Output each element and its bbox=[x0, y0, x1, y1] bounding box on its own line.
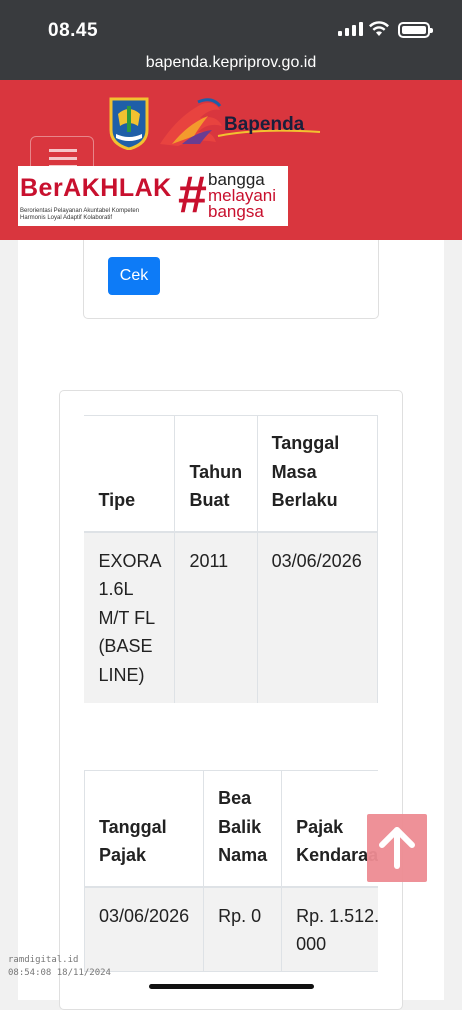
cell-pajak-kendaraan: Rp. 1.512.000 bbox=[281, 886, 378, 972]
banner-subtitle-line1: Berorientasi Pelayanan Akuntabel Kompete… bbox=[20, 208, 140, 214]
col-header-masa-berlaku: Tanggal Masa Berlaku bbox=[256, 415, 378, 533]
table-row: EXORA 1.6L M/T FL (BASE LINE) 2011 03/06… bbox=[84, 531, 378, 703]
table-row: 03/06/2026 Rp. 0 Rp. 1.512.000 bbox=[84, 886, 378, 972]
tax-table: Tanggal Pajak Bea Balik Nama Pajak Kenda… bbox=[84, 770, 378, 972]
bapenda-logo-text: Bapenda bbox=[224, 114, 305, 135]
col-header-tipe: Tipe bbox=[84, 415, 176, 533]
watermark: ramdigital.id 08:54:08 18/11/2024 bbox=[8, 954, 111, 980]
vehicle-table-scroll[interactable]: Tipe Tahun Buat Tanggal Masa Berlaku EXO… bbox=[84, 415, 378, 703]
col-header-pajak-kendaraan: Pajak Kendaraan bbox=[281, 770, 378, 888]
berakhlak-banner: BerAKHLAK Berorientasi Pelayanan Akuntab… bbox=[18, 166, 288, 226]
home-indicator[interactable] bbox=[149, 984, 314, 989]
hashtag-icon: # bbox=[178, 166, 207, 224]
watermark-line1: ramdigital.id bbox=[8, 955, 79, 965]
arrow-up-icon bbox=[379, 827, 415, 869]
kepri-emblem-icon bbox=[109, 97, 149, 150]
banner-title: BerAKHLAK bbox=[20, 174, 172, 202]
address-bar[interactable]: bapenda.kepriprov.go.id bbox=[0, 48, 462, 80]
banner-subtitle-line2: Harmonis Loyal Adaptif Kolaboratif bbox=[20, 215, 113, 221]
vehicle-table: Tipe Tahun Buat Tanggal Masa Berlaku EXO… bbox=[84, 415, 378, 703]
cell-masa-berlaku: 03/06/2026 bbox=[256, 531, 378, 703]
col-header-tahun-buat: Tahun Buat bbox=[174, 415, 258, 533]
status-time: 08.45 bbox=[48, 20, 99, 41]
cell-tipe: EXORA 1.6L M/T FL (BASE LINE) bbox=[84, 531, 176, 703]
check-form-card: Cek bbox=[83, 240, 379, 319]
cell-bea-balik-nama: Rp. 0 bbox=[203, 886, 283, 972]
tagline-word-3: bangsa bbox=[208, 202, 264, 221]
cell-tahun-buat: 2011 bbox=[174, 531, 258, 703]
check-button[interactable]: Cek bbox=[108, 257, 160, 295]
signal-icon bbox=[338, 22, 363, 36]
status-bar: 08.45 bbox=[0, 0, 462, 48]
scroll-to-top-button[interactable] bbox=[367, 814, 427, 882]
battery-icon bbox=[398, 22, 433, 38]
col-header-bea-balik-nama: Bea Balik Nama bbox=[203, 770, 283, 888]
watermark-line2: 08:54:08 18/11/2024 bbox=[8, 968, 111, 978]
col-header-tanggal-pajak: Tanggal Pajak bbox=[84, 770, 205, 888]
wifi-icon bbox=[369, 21, 389, 36]
tax-table-scroll[interactable]: Tanggal Pajak Bea Balik Nama Pajak Kenda… bbox=[84, 770, 378, 975]
banner-tagline: bangga melayani bangsa bbox=[208, 171, 276, 221]
site-header: Bapenda BerAKHLAK Berorientasi Pelayanan… bbox=[0, 80, 462, 240]
banner-subtitle: Berorientasi Pelayanan Akuntabel Kompete… bbox=[20, 208, 180, 222]
